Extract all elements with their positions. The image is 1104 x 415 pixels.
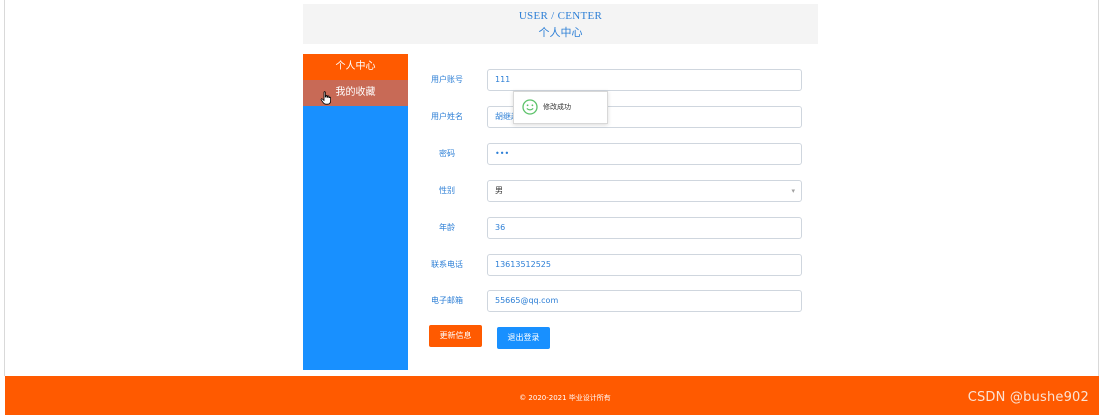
gender-value: 男 (495, 186, 503, 195)
smile-icon (522, 99, 538, 115)
sidebar-item-user-center[interactable]: 个人中心 (303, 54, 408, 80)
page-frame-left (0, 0, 5, 376)
sidebar: 个人中心 我的收藏 (303, 54, 408, 370)
page-header: USER / CENTER 个人中心 (303, 4, 818, 44)
update-info-button[interactable]: 更新信息 (429, 325, 482, 347)
success-toast: 修改成功 (513, 91, 608, 124)
gender-select[interactable]: 男 ▾ (487, 180, 802, 202)
footer-copyright: © 2020-2021 毕业设计所有 (519, 394, 611, 402)
header-title-en: USER / CENTER (518, 10, 603, 22)
toast-message: 修改成功 (543, 103, 571, 111)
phone-label: 联系电话 (431, 260, 463, 269)
form-row-gender: 性别 男 ▾ (415, 180, 805, 202)
email-field[interactable]: 55665@qq.com (487, 290, 802, 312)
footer: © 2020-2021 毕业设计所有 CSDN @bushe902 (5, 376, 1099, 415)
phone-field[interactable]: 13613512525 (487, 254, 802, 276)
logout-button[interactable]: 退出登录 (497, 327, 550, 349)
form-row-name: 用户姓名 胡继越 (415, 106, 805, 128)
age-field[interactable]: 36 (487, 217, 802, 239)
password-label: 密码 (439, 149, 455, 158)
hand-cursor-icon (320, 91, 331, 105)
form-row-phone: 联系电话 13613512525 (415, 254, 805, 276)
email-label: 电子邮箱 (431, 296, 463, 305)
form-row-account: 用户账号 111 (415, 69, 805, 91)
form-row-password: 密码 ••• (415, 143, 805, 165)
account-label: 用户账号 (431, 75, 463, 84)
name-label: 用户姓名 (431, 112, 463, 121)
account-field[interactable]: 111 (487, 69, 802, 91)
password-field[interactable]: ••• (487, 143, 802, 165)
header-title-cn: 个人中心 (538, 27, 583, 39)
form-row-email: 电子邮箱 55665@qq.com (415, 290, 805, 312)
age-label: 年龄 (439, 223, 455, 232)
sidebar-item-favorites[interactable]: 我的收藏 (303, 80, 408, 106)
sidebar-item-label: 个人中心 (335, 61, 376, 72)
form-row-age: 年龄 36 (415, 217, 805, 239)
chevron-down-icon: ▾ (791, 187, 795, 195)
sidebar-item-label: 我的收藏 (335, 87, 376, 98)
watermark: CSDN @bushe902 (967, 390, 1089, 405)
page-frame-right (1098, 0, 1104, 376)
gender-label: 性别 (439, 186, 455, 195)
